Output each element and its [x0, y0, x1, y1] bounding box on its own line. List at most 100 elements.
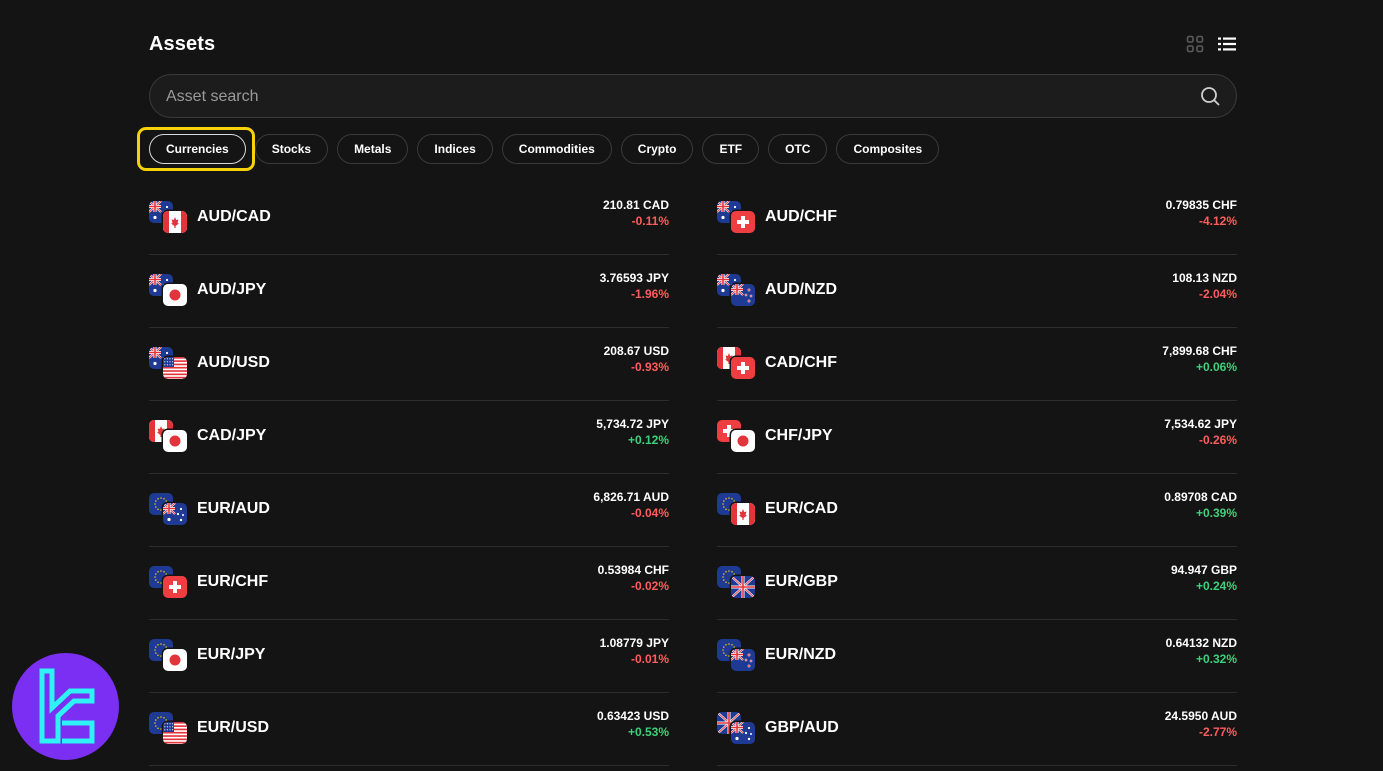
tab-currencies[interactable]: Currencies [137, 127, 255, 171]
asset-price: 5,734.72 JPY [596, 417, 669, 431]
asset-row-chf-jpy[interactable]: CHF/JPY 7,534.62 JPY -0.26% [717, 401, 1237, 474]
asset-price: 0.79835 CHF [1165, 198, 1237, 212]
list-view-button[interactable] [1217, 34, 1237, 54]
asset-change: +0.53% [627, 725, 669, 739]
asset-change: -1.96% [630, 287, 669, 301]
usd-flag-icon [163, 357, 187, 379]
currency-flags [717, 566, 757, 600]
gbp-flag-icon [731, 576, 755, 598]
currency-flags [149, 347, 189, 381]
asset-change: +0.06% [1195, 360, 1237, 374]
asset-symbol: EUR/AUD [197, 500, 270, 517]
asset-symbol: CHF/JPY [765, 427, 833, 444]
asset-symbol: EUR/GBP [765, 573, 838, 590]
asset-change: -0.11% [631, 214, 669, 228]
asset-row-gbp-aud[interactable]: GBP/AUD 24.5950 AUD -2.77% [717, 693, 1237, 766]
asset-row-eur-gbp[interactable]: EUR/GBP 94.947 GBP +0.24% [717, 547, 1237, 620]
currency-flags [149, 493, 189, 527]
currency-flags [149, 712, 189, 746]
asset-symbol: EUR/NZD [765, 646, 837, 663]
tab-indices[interactable]: Indices [417, 134, 493, 164]
asset-row-eur-chf[interactable]: EUR/CHF 0.53984 CHF -0.02% [149, 547, 669, 620]
asset-row-aud-jpy[interactable]: AUD/JPY 3.76593 JPY -1.96% [149, 255, 669, 328]
assets-panel: Assets CurrenciesStocks Metals Indices [137, 0, 1237, 766]
jpy-flag-icon [163, 284, 187, 306]
asset-row-cad-chf[interactable]: CAD/CHF 7,899.68 CHF +0.06% [717, 328, 1237, 401]
asset-price: 1.08779 JPY [599, 636, 669, 650]
usd-flag-icon [163, 722, 187, 744]
currency-flags [149, 201, 189, 235]
asset-price: 210.81 CAD [602, 198, 669, 212]
brand-logo [12, 653, 119, 760]
asset-symbol: AUD/CAD [197, 208, 271, 225]
asset-price: 3.76593 JPY [599, 271, 669, 285]
asset-change: +0.39% [1195, 506, 1237, 520]
asset-symbol: EUR/CHF [197, 573, 269, 590]
currency-flags [717, 420, 757, 454]
asset-row-aud-nzd[interactable]: AUD/NZD 108.13 NZD -2.04% [717, 255, 1237, 328]
tab-composites[interactable]: Composites [836, 134, 940, 164]
search-box [149, 74, 1237, 119]
asset-change: +0.12% [627, 433, 669, 447]
header: Assets [149, 0, 1237, 74]
currency-flags [149, 639, 189, 673]
asset-change: +0.32% [1195, 652, 1237, 666]
asset-change: -2.04% [1198, 287, 1237, 301]
list-view-icon [1218, 37, 1236, 51]
asset-row-aud-cad[interactable]: AUD/CAD 210.81 CAD -0.11% [149, 182, 669, 255]
asset-symbol: CAD/JPY [197, 427, 267, 444]
grid-view-icon [1186, 35, 1204, 53]
asset-row-eur-nzd[interactable]: EUR/NZD 0.64132 NZD +0.32% [717, 620, 1237, 693]
asset-row-eur-aud[interactable]: EUR/AUD 6,826.71 AUD -0.04% [149, 474, 669, 547]
asset-row-eur-usd[interactable]: EUR/USD 0.63423 USD +0.53% [149, 693, 669, 766]
tab-etf[interactable]: ETF [702, 134, 760, 164]
asset-change: -0.01% [630, 652, 669, 666]
asset-row-cad-jpy[interactable]: CAD/JPY 5,734.72 JPY +0.12% [149, 401, 669, 474]
search-input[interactable] [164, 75, 1168, 119]
asset-price: 6,826.71 AUD [593, 490, 669, 504]
tab-stocks[interactable]: Stocks [254, 134, 329, 164]
tab-otc[interactable]: OTC [768, 134, 828, 164]
asset-symbol: AUD/USD [197, 354, 270, 371]
asset-symbol: EUR/CAD [765, 500, 838, 517]
chf-flag-icon [731, 357, 755, 379]
tab-commodities[interactable]: Commodities [501, 134, 612, 164]
asset-list: AUD/CAD 210.81 CAD -0.11% AUD/CHF 0.79835 C… [149, 182, 1237, 766]
asset-symbol: AUD/NZD [765, 281, 837, 298]
asset-symbol: AUD/JPY [197, 281, 267, 298]
search-icon[interactable] [1200, 86, 1220, 106]
asset-price: 0.89708 CAD [1164, 490, 1237, 504]
currency-flags [149, 566, 189, 600]
currency-flags [149, 420, 189, 454]
cad-flag-icon [163, 211, 187, 233]
category-tabs: Currencies Stocks Metals Indices Commodities… [137, 127, 940, 171]
asset-row-eur-jpy[interactable]: EUR/JPY 1.08779 JPY -0.01% [149, 620, 669, 693]
currency-flags [717, 347, 757, 381]
asset-symbol: EUR/JPY [197, 646, 266, 663]
asset-row-eur-cad[interactable]: EUR/CAD 0.89708 CAD +0.39% [717, 474, 1237, 547]
asset-price: 0.53984 CHF [597, 563, 669, 577]
asset-change: -0.02% [630, 579, 669, 593]
currency-flags [717, 201, 757, 235]
asset-change: -0.93% [630, 360, 669, 374]
asset-change: -2.77% [1198, 725, 1237, 739]
asset-change: -0.04% [630, 506, 669, 520]
asset-symbol: CAD/CHF [765, 354, 837, 371]
nzd-flag-icon [731, 649, 755, 671]
asset-row-aud-chf[interactable]: AUD/CHF 0.79835 CHF -4.12% [717, 182, 1237, 255]
jpy-flag-icon [163, 649, 187, 671]
grid-view-button[interactable] [1185, 34, 1205, 54]
tab-crypto[interactable]: Crypto [620, 134, 694, 164]
chf-flag-icon [731, 211, 755, 233]
logo-icon [12, 653, 119, 760]
page-title: Assets [149, 33, 216, 55]
asset-symbol: EUR/USD [197, 719, 270, 736]
asset-price: 7,899.68 CHF [1162, 344, 1237, 358]
jpy-flag-icon [163, 430, 187, 452]
asset-row-aud-usd[interactable]: AUD/USD 208.67 USD -0.93% [149, 328, 669, 401]
currency-flags [717, 639, 757, 673]
nzd-flag-icon [731, 284, 755, 306]
asset-change: +0.24% [1195, 579, 1237, 593]
tab-metals[interactable]: Metals [337, 134, 409, 164]
asset-price: 0.64132 NZD [1165, 636, 1237, 650]
